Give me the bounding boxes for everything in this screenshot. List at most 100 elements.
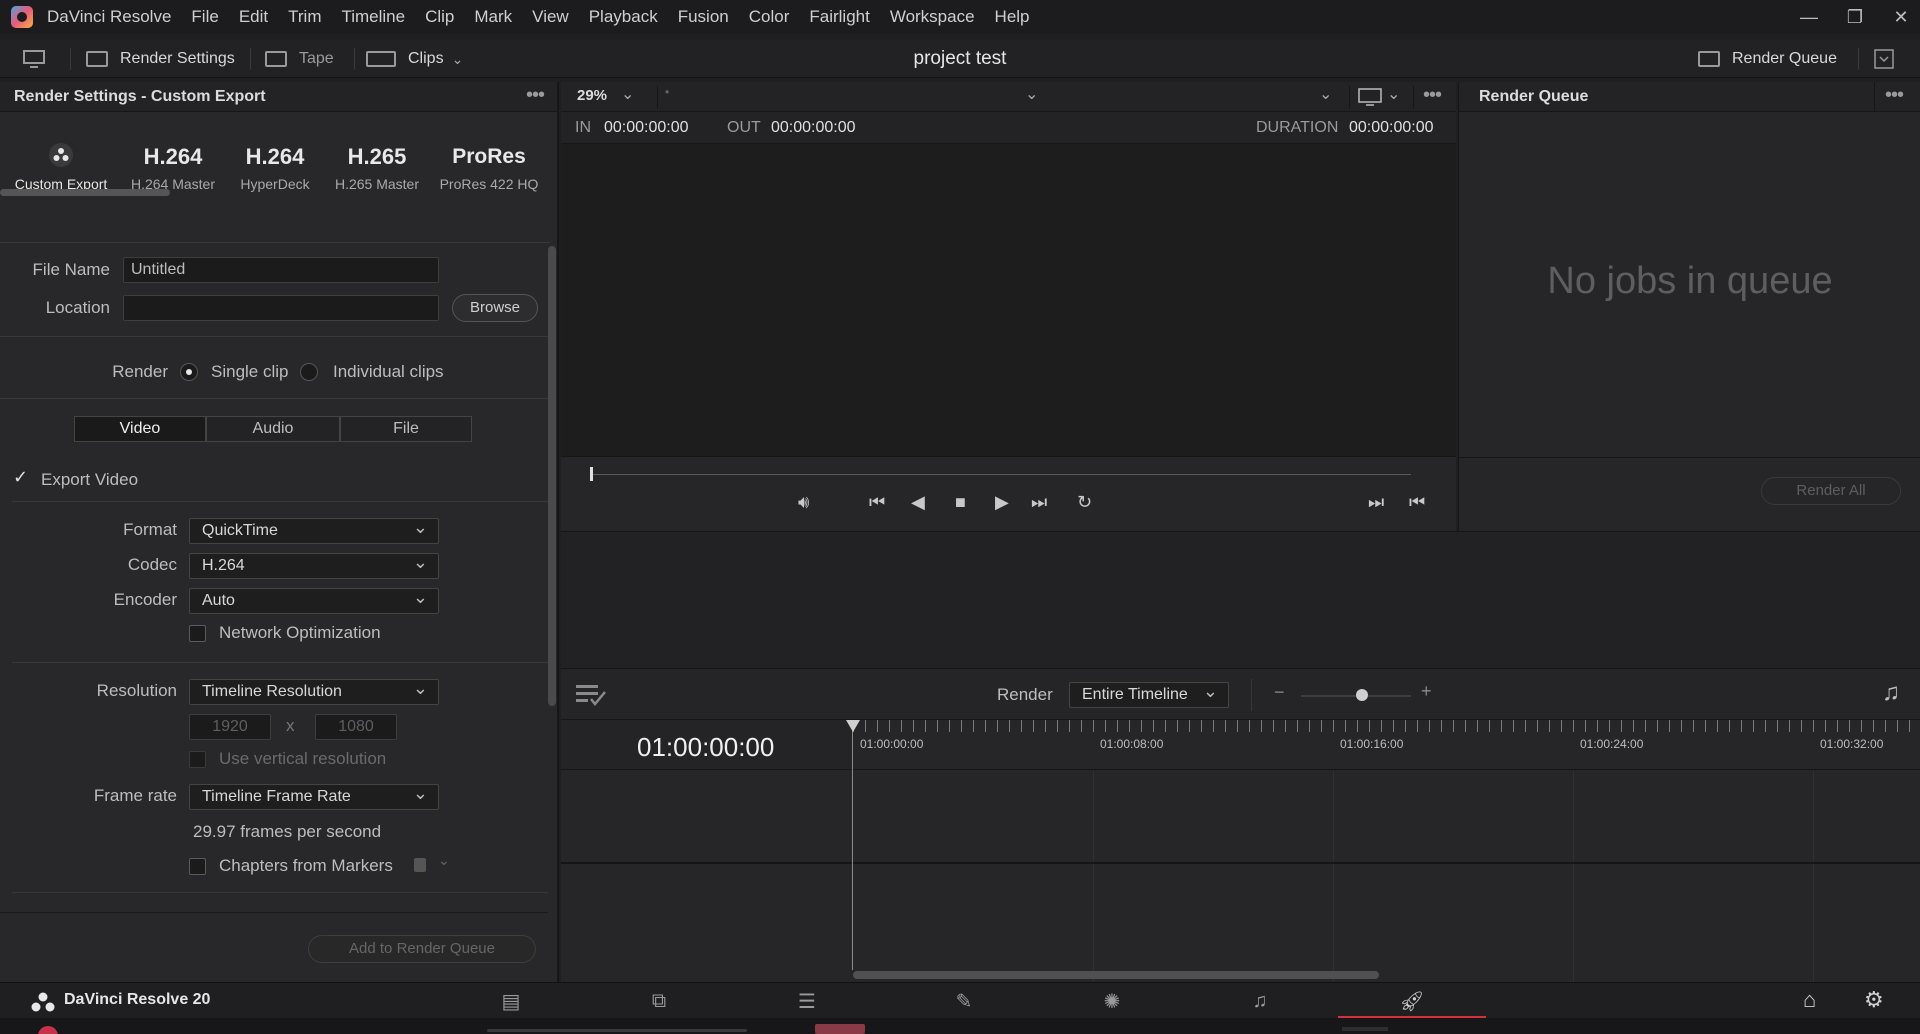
play-icon[interactable]: ▶︎ (995, 492, 1009, 513)
chevron-down-icon[interactable]: ⌄ (438, 852, 450, 869)
menu-fairlight[interactable]: Fairlight (809, 7, 869, 27)
single-clip-label[interactable]: Single clip (211, 362, 289, 382)
marker-color-icon[interactable] (414, 858, 426, 872)
resolution-width-input[interactable]: 1920 (189, 714, 271, 740)
timeline-select-chevron-icon[interactable]: ⌄ (1025, 84, 1038, 104)
reverse-play-icon[interactable]: ◀︎ (911, 492, 925, 513)
chevron-down-icon[interactable]: ⌄ (1387, 84, 1400, 104)
monitor-icon[interactable] (22, 40, 46, 78)
fusion-page-icon[interactable]: ✎ (890, 983, 1038, 1019)
edit-page-icon[interactable]: ☰ (733, 983, 881, 1019)
close-icon[interactable]: ✕ (1878, 0, 1920, 34)
render-queue-options-icon[interactable]: ••• (1885, 85, 1904, 105)
single-clip-radio[interactable] (180, 363, 198, 381)
more-options-icon[interactable]: ••• (526, 85, 545, 105)
deliver-page-icon[interactable]: 🚀︎ (1338, 983, 1486, 1019)
menu-color[interactable]: Color (749, 7, 790, 27)
preset-custom-export[interactable]: Custom Export (6, 142, 116, 192)
out-timecode[interactable]: 00:00:00:00 (771, 119, 856, 137)
resolution-height-input[interactable]: 1080 (315, 714, 397, 740)
settings-scrollbar[interactable] (548, 246, 556, 706)
zoom-chevron-icon[interactable]: ⌄ (621, 84, 634, 104)
color-page-icon[interactable]: ✺ (1038, 983, 1186, 1019)
expand-toggle-icon[interactable] (1874, 40, 1894, 78)
menu-clip[interactable]: Clip (425, 7, 454, 27)
render-range-select[interactable]: Entire Timeline (1069, 679, 1229, 708)
previous-clip-icon[interactable]: ⏮︎ (1409, 492, 1425, 513)
tab-video[interactable]: Video (74, 416, 206, 442)
playhead-marker[interactable] (590, 467, 593, 481)
zoom-out-icon[interactable]: − (1274, 682, 1285, 703)
menu-app-name[interactable]: DaVinci Resolve (47, 7, 171, 27)
audio-note-icon[interactable]: ♫ (1882, 679, 1900, 707)
jump-to-end-icon[interactable]: ⏭︎ (1031, 492, 1047, 513)
file-name-input[interactable]: Untitled (123, 257, 439, 283)
timeline-options-icon[interactable] (575, 683, 607, 712)
preset-h265-master[interactable]: H.265 H.265 Master (322, 142, 432, 192)
menu-fusion[interactable]: Fusion (678, 7, 729, 27)
restore-icon[interactable]: ❐ (1832, 0, 1878, 34)
in-timecode[interactable]: 00:00:00:00 (604, 119, 689, 137)
video-viewer[interactable] (561, 144, 1456, 456)
jump-to-start-icon[interactable]: ⏮︎ (869, 492, 885, 513)
menu-mark[interactable]: Mark (474, 7, 512, 27)
tape-button[interactable]: Tape (265, 40, 334, 78)
resolution-select[interactable]: Timeline Resolution (189, 676, 439, 705)
menu-help[interactable]: Help (995, 7, 1030, 27)
individual-clips-radio[interactable] (300, 363, 318, 381)
browse-button[interactable]: Browse (452, 294, 538, 322)
preset-hyperdeck[interactable]: H.264 HyperDeck (220, 142, 330, 192)
menu-workspace[interactable]: Workspace (890, 7, 975, 27)
add-to-render-queue-button[interactable]: Add to Render Queue (308, 935, 536, 963)
playhead-handle[interactable] (846, 720, 860, 732)
cut-page-icon[interactable]: ⧉ (585, 983, 733, 1019)
tab-file[interactable]: File (340, 416, 472, 442)
gear-icon[interactable]: ⚙ (1864, 987, 1884, 1013)
preset-codec: H.265 (347, 144, 407, 169)
individual-clips-label[interactable]: Individual clips (333, 362, 444, 382)
clips-button[interactable]: Clips ⌄ (366, 40, 463, 78)
render-all-button[interactable]: Render All (1761, 477, 1901, 505)
loop-icon[interactable]: ↻ (1077, 492, 1092, 513)
menu-playback[interactable]: Playback (589, 7, 658, 27)
network-optimization-checkbox[interactable] (189, 625, 206, 642)
scrubber-track[interactable] (591, 474, 1411, 475)
format-select[interactable]: QuickTime (189, 515, 439, 544)
location-input[interactable] (123, 295, 439, 321)
menu-timeline[interactable]: Timeline (341, 7, 405, 27)
minimize-icon[interactable]: — (1786, 0, 1832, 34)
menu-file[interactable]: File (191, 7, 218, 27)
menu-edit[interactable]: Edit (239, 7, 268, 27)
chevron-down-icon[interactable]: ⌄ (1319, 84, 1332, 104)
render-queue-button[interactable]: Render Queue (1698, 40, 1837, 78)
timeline-timecode[interactable]: 01:00:00:00 (637, 732, 774, 763)
codec-select[interactable]: H.264 (189, 550, 439, 579)
zoom-slider-handle[interactable] (1356, 689, 1368, 701)
volume-icon[interactable]: 🔊︎ (798, 492, 809, 513)
zoom-level[interactable]: 29% (577, 87, 607, 104)
preset-label: ProRes 422 HQ (439, 176, 539, 192)
menu-view[interactable]: View (532, 7, 569, 27)
export-video-checkbox[interactable] (12, 467, 29, 488)
fairlight-page-icon[interactable]: ♫ (1186, 983, 1334, 1019)
frame-rate-select[interactable]: Timeline Frame Rate (189, 781, 439, 810)
preset-prores[interactable]: ProRes ProRes 422 HQ (434, 142, 544, 192)
render-settings-button[interactable]: Render Settings (86, 40, 235, 78)
preset-h264-master[interactable]: H.264 H.264 Master (118, 142, 228, 192)
presets-scrollbar[interactable] (0, 189, 170, 196)
zoom-in-icon[interactable]: + (1421, 681, 1432, 702)
home-icon[interactable]: ⌂ (1803, 987, 1816, 1013)
stop-icon[interactable]: ■ (955, 492, 966, 513)
hd-monitor-icon[interactable] (1358, 88, 1382, 111)
media-page-icon[interactable]: ▤ (437, 983, 585, 1019)
encoder-select[interactable]: Auto (189, 585, 439, 614)
viewer-options-icon[interactable]: ••• (1423, 85, 1442, 105)
menu-trim[interactable]: Trim (288, 7, 321, 27)
next-clip-icon[interactable]: ⏭︎ (1368, 492, 1384, 513)
chapters-from-markers-checkbox[interactable] (189, 858, 206, 875)
playhead-line[interactable] (852, 720, 853, 970)
timeline-scrollbar[interactable] (853, 971, 1379, 979)
clips-label: Clips (408, 50, 444, 67)
use-vertical-resolution-checkbox[interactable] (189, 751, 206, 768)
tab-audio[interactable]: Audio (206, 416, 340, 442)
